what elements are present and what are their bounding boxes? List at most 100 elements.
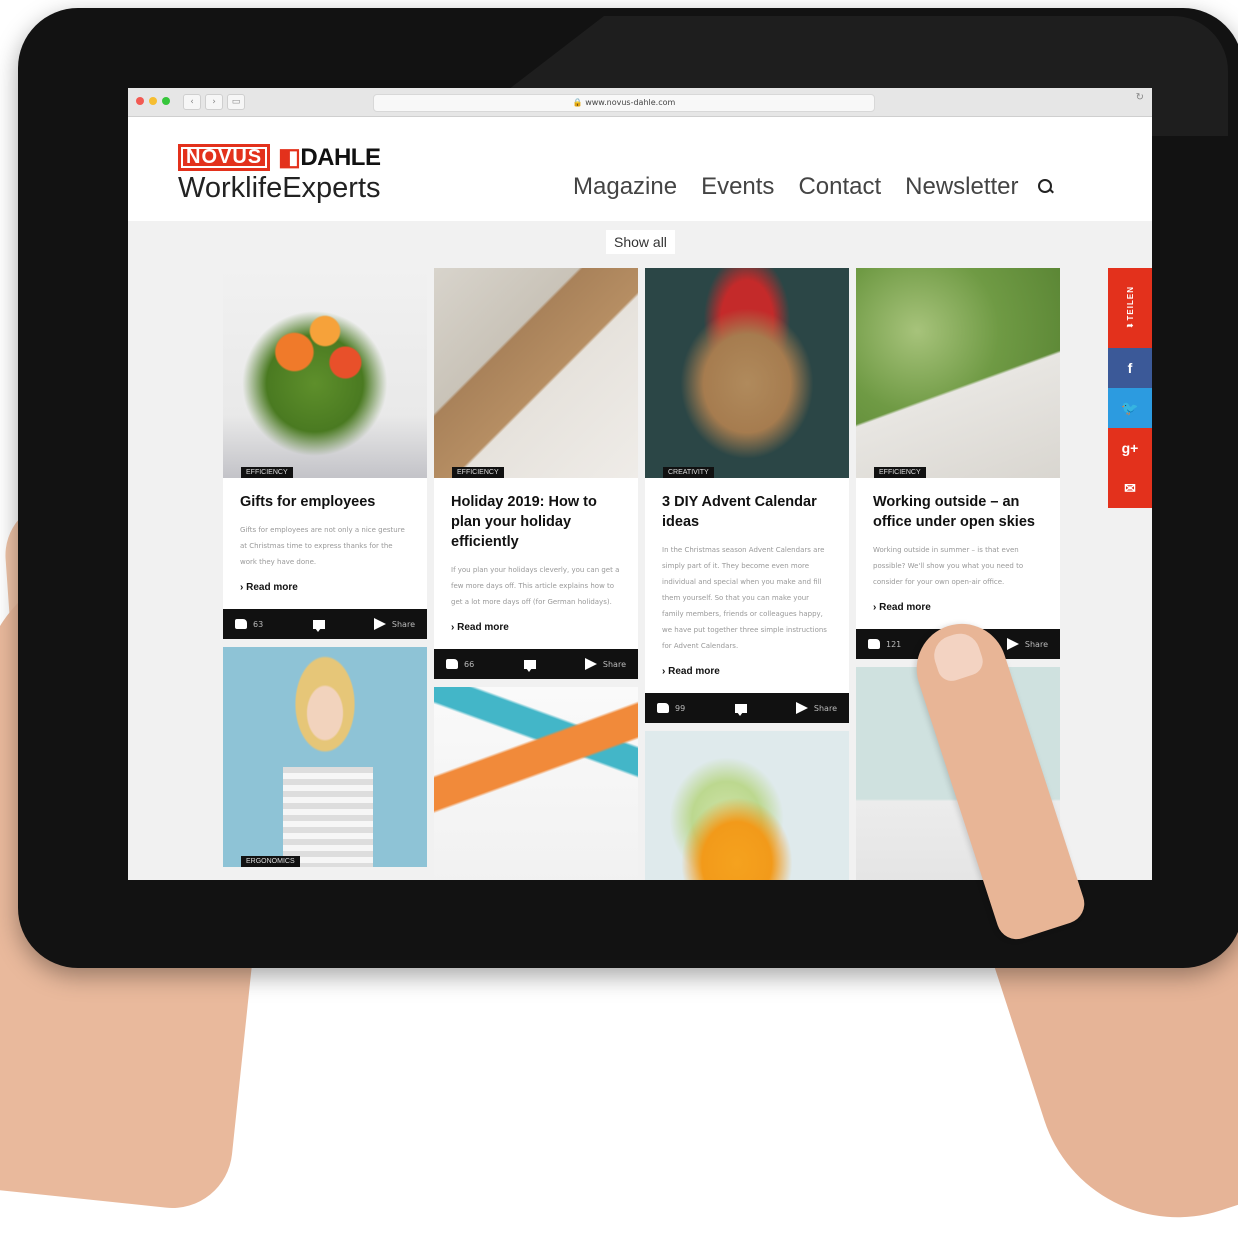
comment-icon — [523, 659, 536, 672]
like-button[interactable]: 63 — [235, 619, 263, 629]
card-action-bar: 63 Share — [223, 609, 427, 639]
mail-icon: ✉ — [1124, 479, 1136, 496]
dahle-logo: ◧DAHLE — [278, 143, 381, 172]
article-card[interactable] — [434, 687, 638, 880]
comment-button[interactable] — [312, 619, 325, 632]
article-title[interactable]: Working outside – an office under open s… — [856, 478, 1060, 532]
nav-item-newsletter[interactable]: Newsletter — [905, 173, 1018, 201]
like-button[interactable]: 121 — [868, 639, 901, 649]
card-column-1: EFFICIENCY Gifts for employees Gifts for… — [223, 268, 427, 867]
share-arrow-icon — [1006, 638, 1019, 650]
article-image-flowers[interactable]: EFFICIENCY — [223, 268, 427, 478]
thumbs-up-icon — [657, 703, 669, 713]
card-column-3: CREATIVITY 3 DIY Advent Calendar ideas I… — [645, 268, 849, 880]
like-count: 99 — [675, 703, 686, 713]
address-bar[interactable]: 🔒 www.novus-dahle.com — [373, 94, 875, 112]
share-label: TEILEN — [1125, 286, 1135, 321]
category-tag[interactable]: EFFICIENCY — [452, 467, 504, 478]
read-more-label: Read more — [457, 622, 509, 633]
article-title[interactable]: 3 DIY Advent Calendar ideas — [645, 478, 849, 532]
share-button[interactable]: Share — [584, 658, 626, 670]
thumbs-up-icon — [446, 659, 458, 669]
browser-nav: ‹ › ▭ — [183, 94, 245, 110]
novus-logo: NOVUS — [178, 144, 271, 171]
twitter-share-button[interactable]: 🐦 — [1108, 388, 1152, 428]
nav-item-contact[interactable]: Contact — [798, 173, 881, 201]
article-title[interactable]: Holiday 2019: How to plan your holiday e… — [434, 478, 638, 552]
share-arrow-icon — [373, 618, 386, 630]
article-image-laptop-outdoors[interactable]: EFFICIENCY — [856, 268, 1060, 478]
article-card[interactable]: ERGONOMICS — [223, 647, 427, 867]
nav-item-magazine[interactable]: Magazine — [573, 173, 677, 201]
close-dot-icon[interactable] — [136, 97, 144, 105]
lock-icon: 🔒 — [572, 98, 586, 107]
share-button[interactable]: Share — [373, 618, 415, 630]
brand-mark: NOVUS ◧DAHLE — [178, 143, 381, 172]
comment-icon — [312, 619, 325, 632]
category-tag[interactable]: ERGONOMICS — [241, 856, 300, 867]
article-image-desk-planning[interactable]: EFFICIENCY — [434, 268, 638, 478]
read-more-link[interactable]: › Read more — [223, 570, 427, 609]
forward-arrow-icon[interactable]: › — [205, 94, 223, 110]
facebook-share-button[interactable]: f — [1108, 348, 1152, 388]
address-url: www.novus-dahle.com — [585, 98, 676, 107]
google-plus-icon: g+ — [1121, 440, 1139, 456]
comment-button[interactable] — [734, 703, 747, 716]
share-toggle-button[interactable]: TEILEN ➦ — [1108, 268, 1152, 348]
article-card[interactable]: EFFICIENCY Working outside – an office u… — [856, 268, 1060, 659]
search-icon[interactable] — [1038, 179, 1052, 193]
card-column-2: EFFICIENCY Holiday 2019: How to plan you… — [434, 268, 638, 880]
comment-icon — [734, 703, 747, 716]
read-more-link[interactable]: › Read more — [434, 610, 638, 649]
email-share-button[interactable]: ✉ — [1108, 468, 1152, 508]
show-all-filter[interactable]: Show all — [606, 230, 675, 254]
site-logo[interactable]: NOVUS ◧DAHLE WorklifeExperts — [178, 143, 381, 205]
article-image-advent-calendar[interactable]: CREATIVITY — [645, 268, 849, 478]
google-plus-share-button[interactable]: g+ — [1108, 428, 1152, 468]
like-count: 63 — [253, 619, 264, 629]
article-title[interactable]: Gifts for employees — [223, 478, 427, 512]
like-button[interactable]: 99 — [657, 703, 685, 713]
site-header: NOVUS ◧DAHLE WorklifeExperts Magazine Ev… — [128, 117, 1152, 221]
share-arrow-icon: ➦ — [1126, 320, 1134, 330]
reload-icon[interactable]: ↻ — [1136, 92, 1144, 103]
article-image-stationery[interactable] — [434, 687, 638, 880]
article-image-woman[interactable]: ERGONOMICS — [223, 647, 427, 867]
like-button[interactable]: 66 — [446, 659, 474, 669]
article-image-paper-craft[interactable] — [645, 731, 849, 880]
share-label: Share — [391, 619, 415, 629]
category-tag[interactable]: CREATIVITY — [663, 467, 714, 478]
category-tag[interactable]: EFFICIENCY — [241, 467, 293, 478]
article-card[interactable]: EFFICIENCY Holiday 2019: How to plan you… — [434, 268, 638, 679]
article-card[interactable] — [645, 731, 849, 880]
thumbs-up-icon — [235, 619, 247, 629]
read-more-label: Read more — [879, 602, 931, 613]
site-tagline: WorklifeExperts — [178, 172, 381, 204]
article-excerpt: If you plan your holidays cleverly, you … — [451, 566, 620, 606]
thumbs-up-icon — [868, 639, 880, 649]
article-card[interactable]: EFFICIENCY Gifts for employees Gifts for… — [223, 268, 427, 639]
sidebar-icon[interactable]: ▭ — [227, 94, 245, 110]
back-arrow-icon[interactable]: ‹ — [183, 94, 201, 110]
like-count: 121 — [886, 639, 902, 649]
facebook-icon: f — [1127, 360, 1133, 376]
card-action-bar: 66 Share — [434, 649, 638, 679]
window-controls — [136, 97, 170, 105]
twitter-icon: 🐦 — [1121, 399, 1139, 416]
like-count: 66 — [464, 659, 475, 669]
category-tag[interactable]: EFFICIENCY — [874, 467, 926, 478]
share-label: Share — [602, 659, 626, 669]
article-card[interactable]: CREATIVITY 3 DIY Advent Calendar ideas I… — [645, 268, 849, 723]
read-more-link[interactable]: › Read more — [645, 654, 849, 693]
card-action-bar: 99 Share — [645, 693, 849, 723]
article-excerpt: In the Christmas season Advent Calendars… — [662, 546, 827, 650]
share-button[interactable]: Share — [795, 702, 837, 714]
nav-item-events[interactable]: Events — [701, 173, 774, 201]
maximize-dot-icon[interactable] — [162, 97, 170, 105]
read-more-label: Read more — [246, 582, 298, 593]
share-arrow-icon — [584, 658, 597, 670]
share-button[interactable]: Share — [1006, 638, 1048, 650]
comment-button[interactable] — [523, 659, 536, 672]
minimize-dot-icon[interactable] — [149, 97, 157, 105]
browser-toolbar: ‹ › ▭ 🔒 www.novus-dahle.com ↻ — [128, 88, 1152, 117]
